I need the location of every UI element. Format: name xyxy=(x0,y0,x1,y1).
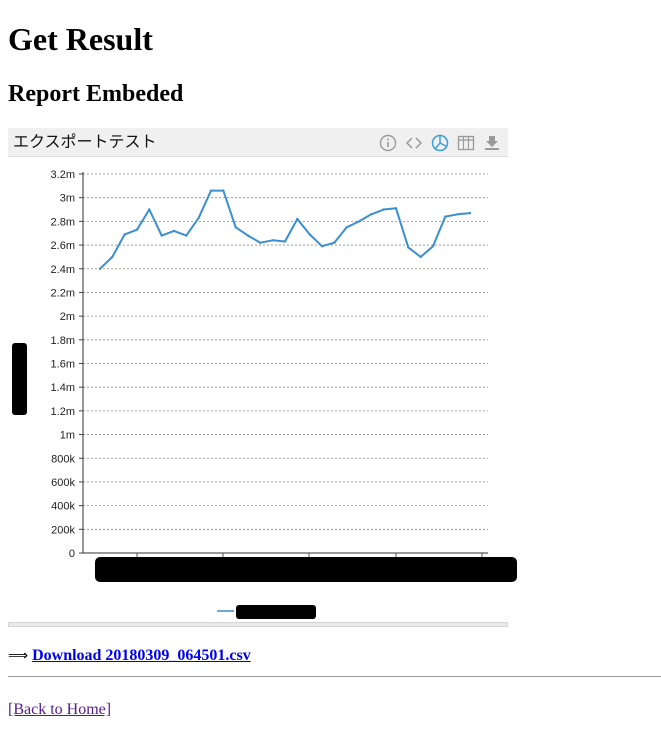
data-point xyxy=(407,246,410,249)
y-tick-label: 3m xyxy=(60,193,75,205)
data-point xyxy=(148,208,151,211)
data-point xyxy=(246,234,250,237)
y-tick-label: 1.2m xyxy=(51,406,75,418)
series-line xyxy=(99,189,471,270)
data-point xyxy=(135,228,139,231)
widget-footer-bar xyxy=(8,622,508,627)
y-tick-label: 1.4m xyxy=(51,382,75,394)
separator xyxy=(8,676,661,677)
data-point xyxy=(234,226,237,229)
y-tick-label: 200k xyxy=(51,524,75,536)
data-point xyxy=(259,241,262,244)
y-tick-label: 1m xyxy=(60,430,75,442)
data-point xyxy=(185,234,188,237)
redacted-y-axis-label xyxy=(12,343,27,415)
data-point xyxy=(271,239,274,242)
widget-toolbar xyxy=(378,133,502,153)
data-point xyxy=(283,240,287,243)
data-point xyxy=(370,213,373,216)
data-point xyxy=(308,233,311,236)
widget-header: エクスポートテスト xyxy=(8,128,508,157)
data-point xyxy=(468,211,472,215)
y-tick-label: 800k xyxy=(51,453,75,465)
data-point xyxy=(172,229,176,233)
y-tick-label: 2.6m xyxy=(51,240,75,252)
page-title: Get Result xyxy=(8,21,153,57)
data-point xyxy=(160,234,163,237)
data-point xyxy=(444,215,447,218)
info-icon[interactable] xyxy=(378,133,398,153)
back-row: [Back to Home] xyxy=(8,700,111,720)
data-point xyxy=(345,226,348,229)
y-tick-label: 1.8m xyxy=(51,335,75,347)
y-tick-label: 2.2m xyxy=(51,287,75,299)
report-widget: エクスポートテスト 0 200k 400k 600k 800k 1m 1.2m 1.4m 1.6… xyxy=(8,128,517,628)
data-point xyxy=(296,217,299,221)
data-point xyxy=(98,267,102,270)
y-tick-label: 2.4m xyxy=(51,264,75,276)
line-chart: 0 200k 400k 600k 800k 1m 1.2m 1.4m 1.6m 1.8m 2m 2.2… xyxy=(51,169,488,612)
code-icon[interactable] xyxy=(404,133,424,153)
y-tick-label: 600k xyxy=(51,477,75,489)
y-tick-label: 1.6m xyxy=(51,359,75,371)
redacted-legend-label xyxy=(236,605,316,619)
y-tick-label: 400k xyxy=(51,501,75,513)
data-point xyxy=(456,213,459,216)
back-to-home-link[interactable]: [Back to Home] xyxy=(8,701,111,718)
download-csv-link[interactable]: Download 20180309_064501.csv xyxy=(32,647,251,664)
y-tick-label: 2.8m xyxy=(51,216,75,228)
widget-title: エクスポートテスト xyxy=(13,132,157,151)
table-icon[interactable] xyxy=(456,133,476,153)
data-point xyxy=(197,216,200,219)
y-tick-label: 3.2m xyxy=(51,169,75,181)
data-point xyxy=(222,189,225,192)
data-point xyxy=(320,245,324,248)
data-point xyxy=(209,189,213,192)
chart-pie-icon[interactable] xyxy=(430,133,450,153)
data-point xyxy=(357,220,361,223)
download-row: ⟹ Download 20180309_064501.csv xyxy=(8,646,251,666)
download-icon[interactable] xyxy=(482,133,502,153)
redacted-x-axis-labels xyxy=(95,557,517,582)
data-point xyxy=(111,255,114,259)
data-point xyxy=(394,207,398,210)
data-point xyxy=(419,255,422,259)
data-point xyxy=(382,208,385,211)
data-point xyxy=(123,233,126,236)
data-point xyxy=(333,241,336,244)
y-tick-label: 2m xyxy=(60,311,75,323)
arrow-icon: ⟹ xyxy=(8,648,29,664)
data-point xyxy=(431,245,435,248)
page-subtitle: Report Embeded xyxy=(8,81,184,107)
y-tick-label: 0 xyxy=(69,548,75,560)
